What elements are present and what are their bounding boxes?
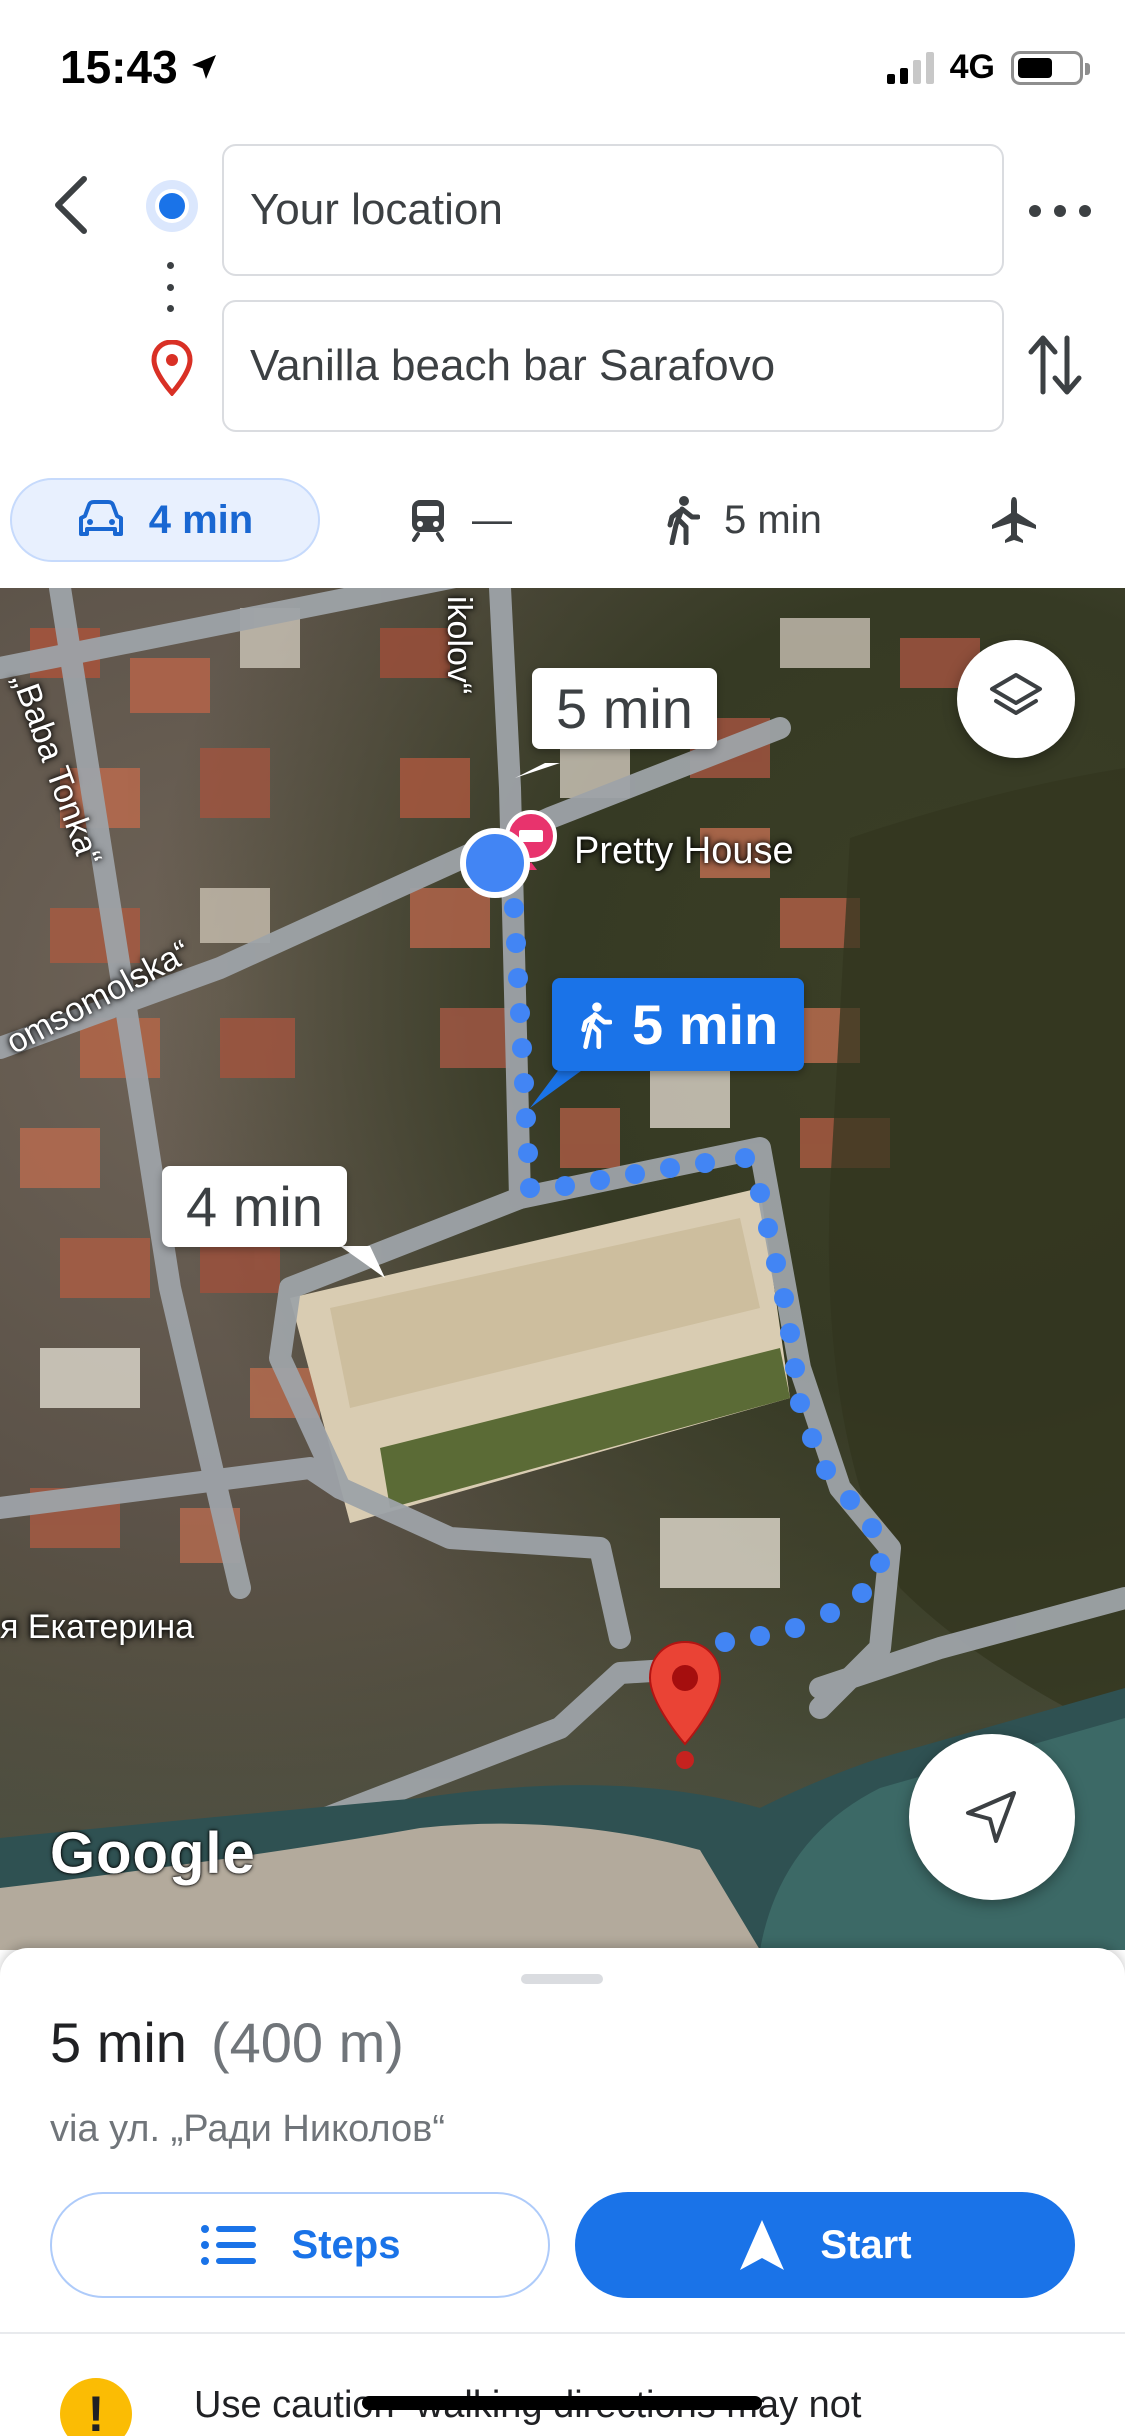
google-logo: Google <box>50 1821 256 1886</box>
walk-route-time: 5 min <box>632 993 779 1056</box>
chevron-left-icon <box>55 176 87 234</box>
origin-input[interactable]: Your location <box>222 144 1004 276</box>
map-view[interactable]: Pretty House 5 min 5 min 4 min ikolov“ „… <box>0 588 1125 1950</box>
street-label-top: ikolov“ <box>440 596 478 695</box>
route-summary: 5 min (400 m) <box>50 2010 404 2075</box>
destination-pin-icon <box>151 340 193 396</box>
walk-icon <box>581 1001 612 1049</box>
status-icons: 4G <box>886 48 1090 87</box>
sheet-drag-handle[interactable] <box>521 1974 603 1984</box>
route-connector-icon <box>167 262 175 312</box>
travel-mode-tabs: 4 min — 5 min <box>0 478 1125 588</box>
steps-label: Steps <box>291 2222 401 2267</box>
steps-button[interactable]: Steps <box>50 2192 550 2298</box>
swap-icon[interactable] <box>1025 330 1085 400</box>
route-summary-sheet[interactable]: 5 min (400 m) via ул. „Ради Николов“ Ste… <box>0 1948 1125 2436</box>
navigation-arrow-icon <box>966 1791 1016 1843</box>
battery-icon <box>1011 50 1090 85</box>
tab-drive[interactable]: 4 min <box>10 478 320 562</box>
destination-marker-icon[interactable] <box>644 1638 726 1750</box>
destination-input[interactable]: Vanilla beach bar Sarafovo <box>222 300 1004 432</box>
poi-label[interactable]: Pretty House <box>574 830 794 873</box>
back-button[interactable] <box>40 165 100 245</box>
location-arrow-icon <box>191 55 216 79</box>
navigation-icon <box>740 2220 785 2270</box>
warning-icon: ! <box>60 2378 132 2436</box>
tab-walk[interactable]: 5 min <box>664 478 822 562</box>
street-label-ekaterina: я Екатерина <box>0 1608 195 1646</box>
tab-drive-label: 4 min <box>148 497 254 542</box>
divider <box>0 2332 1125 2334</box>
layers-icon <box>990 673 1042 715</box>
route-via: via ул. „Ради Николов“ <box>50 2108 446 2150</box>
more-options-button[interactable] <box>1029 186 1091 236</box>
walk-icon <box>667 496 700 545</box>
walk-route-callout[interactable]: 5 min <box>552 978 805 1071</box>
tab-walk-label: 5 min <box>724 497 822 542</box>
status-time: 15:43 <box>60 40 220 94</box>
recenter-button[interactable] <box>909 1734 1075 1900</box>
origin-dot-icon <box>146 180 198 232</box>
car-icon <box>78 500 123 536</box>
layers-button[interactable] <box>957 640 1075 758</box>
current-location-icon <box>460 828 530 898</box>
list-icon <box>200 2225 256 2265</box>
drive-route-callout[interactable]: 4 min <box>162 1166 347 1247</box>
status-bar: 15:43 4G <box>0 0 1125 135</box>
network-type: 4G <box>949 48 995 86</box>
train-icon <box>412 500 444 542</box>
start-label: Start <box>820 2222 912 2267</box>
signal-icon <box>886 51 934 84</box>
tab-transit[interactable]: — <box>408 478 512 562</box>
airplane-icon <box>992 497 1036 543</box>
start-button[interactable]: Start <box>575 2192 1075 2298</box>
tab-flight[interactable] <box>990 478 1038 562</box>
route-distance: (400 m) <box>210 2011 404 2074</box>
home-indicator[interactable] <box>362 2396 762 2410</box>
clock-text: 15:43 <box>60 41 178 93</box>
alt-route-callout[interactable]: 5 min <box>532 668 717 749</box>
tab-transit-label: — <box>472 497 512 542</box>
route-duration: 5 min <box>50 2011 187 2074</box>
